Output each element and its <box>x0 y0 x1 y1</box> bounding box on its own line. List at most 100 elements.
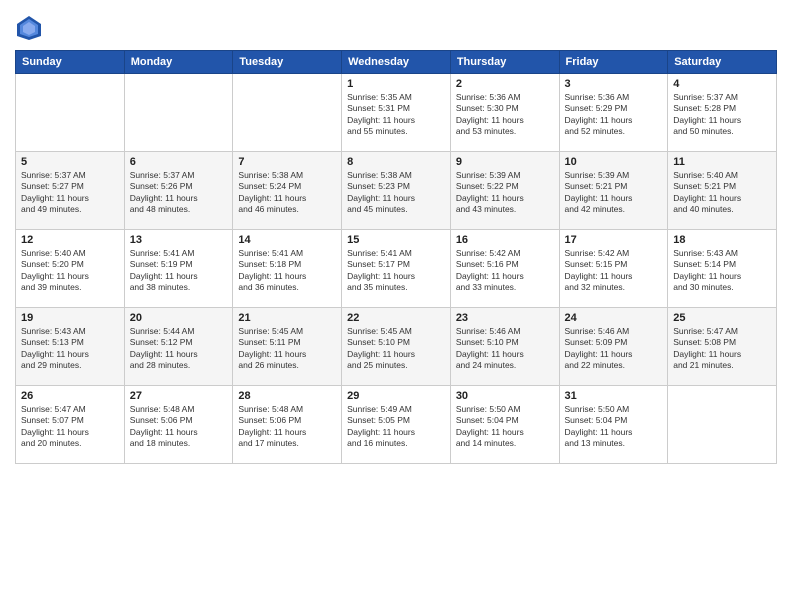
weekday-header-friday: Friday <box>559 51 668 74</box>
calendar-cell: 15Sunrise: 5:41 AM Sunset: 5:17 PM Dayli… <box>342 230 451 308</box>
weekday-header-row: SundayMondayTuesdayWednesdayThursdayFrid… <box>16 51 777 74</box>
day-number: 31 <box>565 390 663 402</box>
calendar-cell: 18 Sunrise: 5:43 AM Sunset: 5:14 PM Dayli… <box>668 230 777 308</box>
day-info: Sunrise: 5:45 AM Sunset: 5:10 PM Dayligh… <box>347 326 445 372</box>
day-info: Sunrise: 5:35 AM Sunset: 5:31 PM Dayligh… <box>347 92 445 138</box>
day-info: Sunrise: 5:43 AM Sunset: 5:14 PM Dayligh… <box>673 248 771 294</box>
calendar-cell: 28Sunrise: 5:48 AM Sunset: 5:06 PM Dayli… <box>233 386 342 464</box>
day-number: 27 <box>130 390 228 402</box>
day-info: Sunrise: 5:39 AM Sunset: 5:22 PM Dayligh… <box>456 170 554 216</box>
calendar-cell: 8 Sunrise: 5:38 AM Sunset: 5:23 PM Daylig… <box>342 152 451 230</box>
day-info: Sunrise: 5:44 AM Sunset: 5:12 PM Dayligh… <box>130 326 228 372</box>
day-number: 21 <box>238 312 336 324</box>
day-info: Sunrise: 5:50 AM Sunset: 5:04 PM Dayligh… <box>565 404 663 450</box>
calendar-cell: 4 Sunrise: 5:37 AM Sunset: 5:28 PM Daylig… <box>668 74 777 152</box>
day-info: Sunrise: 5:42 AM Sunset: 5:16 PM Dayligh… <box>456 248 554 294</box>
calendar-cell: 11Sunrise: 5:40 AM Sunset: 5:21 PM Dayli… <box>668 152 777 230</box>
calendar-cell: 20Sunrise: 5:44 AM Sunset: 5:12 PM Dayli… <box>124 308 233 386</box>
day-number: 30 <box>456 390 554 402</box>
day-number: 15 <box>347 234 445 246</box>
day-info: Sunrise: 5:40 AM Sunset: 5:20 PM Dayligh… <box>21 248 119 294</box>
calendar-cell <box>16 74 125 152</box>
calendar-cell: 3 Sunrise: 5:36 AM Sunset: 5:29 PM Daylig… <box>559 74 668 152</box>
day-info: Sunrise: 5:47 AM Sunset: 5:07 PM Dayligh… <box>21 404 119 450</box>
day-info: Sunrise: 5:45 AM Sunset: 5:11 PM Dayligh… <box>238 326 336 372</box>
day-info: Sunrise: 5:43 AM Sunset: 5:13 PM Dayligh… <box>21 326 119 372</box>
calendar-cell: 10Sunrise: 5:39 AM Sunset: 5:21 PM Dayli… <box>559 152 668 230</box>
day-number: 3 <box>565 78 663 90</box>
day-number: 5 <box>21 156 119 168</box>
day-info: Sunrise: 5:47 AM Sunset: 5:08 PM Dayligh… <box>673 326 771 372</box>
day-info: Sunrise: 5:37 AM Sunset: 5:28 PM Dayligh… <box>673 92 771 138</box>
calendar-cell: 14 Sunrise: 5:41 AM Sunset: 5:18 PM Dayli… <box>233 230 342 308</box>
day-number: 16 <box>456 234 554 246</box>
day-info: Sunrise: 5:46 AM Sunset: 5:10 PM Dayligh… <box>456 326 554 372</box>
day-number: 13 <box>130 234 228 246</box>
day-info: Sunrise: 5:50 AM Sunset: 5:04 PM Dayligh… <box>456 404 554 450</box>
calendar-week-1: 1 Sunrise: 5:35 AM Sunset: 5:31 PM Daylig… <box>16 74 777 152</box>
day-number: 4 <box>673 78 771 90</box>
calendar-cell: 5 Sunrise: 5:37 AM Sunset: 5:27 PM Daylig… <box>16 152 125 230</box>
day-number: 23 <box>456 312 554 324</box>
calendar-cell: 12Sunrise: 5:40 AM Sunset: 5:20 PM Dayli… <box>16 230 125 308</box>
day-number: 26 <box>21 390 119 402</box>
calendar-cell: 27 Sunrise: 5:48 AM Sunset: 5:06 PM Dayli… <box>124 386 233 464</box>
day-number: 7 <box>238 156 336 168</box>
day-number: 22 <box>347 312 445 324</box>
calendar-cell: 6 Sunrise: 5:37 AM Sunset: 5:26 PM Daylig… <box>124 152 233 230</box>
day-number: 29 <box>347 390 445 402</box>
calendar-cell: 22 Sunrise: 5:45 AM Sunset: 5:10 PM Dayli… <box>342 308 451 386</box>
day-info: Sunrise: 5:37 AM Sunset: 5:27 PM Dayligh… <box>21 170 119 216</box>
calendar-cell <box>668 386 777 464</box>
day-info: Sunrise: 5:41 AM Sunset: 5:18 PM Dayligh… <box>238 248 336 294</box>
day-info: Sunrise: 5:36 AM Sunset: 5:29 PM Dayligh… <box>565 92 663 138</box>
day-info: Sunrise: 5:41 AM Sunset: 5:19 PM Dayligh… <box>130 248 228 294</box>
calendar-cell: 17Sunrise: 5:42 AM Sunset: 5:15 PM Dayli… <box>559 230 668 308</box>
day-info: Sunrise: 5:38 AM Sunset: 5:23 PM Dayligh… <box>347 170 445 216</box>
calendar-cell <box>124 74 233 152</box>
day-number: 1 <box>347 78 445 90</box>
weekday-header-saturday: Saturday <box>668 51 777 74</box>
calendar-cell <box>233 74 342 152</box>
weekday-header-wednesday: Wednesday <box>342 51 451 74</box>
day-info: Sunrise: 5:48 AM Sunset: 5:06 PM Dayligh… <box>238 404 336 450</box>
day-info: Sunrise: 5:46 AM Sunset: 5:09 PM Dayligh… <box>565 326 663 372</box>
calendar-cell: 19 Sunrise: 5:43 AM Sunset: 5:13 PM Dayli… <box>16 308 125 386</box>
page-container: SundayMondayTuesdayWednesdayThursdayFrid… <box>0 0 792 612</box>
calendar-cell: 31 Sunrise: 5:50 AM Sunset: 5:04 PM Dayli… <box>559 386 668 464</box>
calendar-cell: 29Sunrise: 5:49 AM Sunset: 5:05 PM Dayli… <box>342 386 451 464</box>
weekday-header-sunday: Sunday <box>16 51 125 74</box>
calendar-week-5: 26 Sunrise: 5:47 AM Sunset: 5:07 PM Dayli… <box>16 386 777 464</box>
day-number: 25 <box>673 312 771 324</box>
calendar-week-2: 5 Sunrise: 5:37 AM Sunset: 5:27 PM Daylig… <box>16 152 777 230</box>
day-number: 14 <box>238 234 336 246</box>
calendar-cell: 16 Sunrise: 5:42 AM Sunset: 5:16 PM Dayli… <box>450 230 559 308</box>
day-info: Sunrise: 5:38 AM Sunset: 5:24 PM Dayligh… <box>238 170 336 216</box>
day-info: Sunrise: 5:37 AM Sunset: 5:26 PM Dayligh… <box>130 170 228 216</box>
day-number: 18 <box>673 234 771 246</box>
calendar-cell: 13 Sunrise: 5:41 AM Sunset: 5:19 PM Dayli… <box>124 230 233 308</box>
calendar-cell: 1 Sunrise: 5:35 AM Sunset: 5:31 PM Daylig… <box>342 74 451 152</box>
calendar-cell: 7 Sunrise: 5:38 AM Sunset: 5:24 PM Daylig… <box>233 152 342 230</box>
day-info: Sunrise: 5:48 AM Sunset: 5:06 PM Dayligh… <box>130 404 228 450</box>
day-info: Sunrise: 5:42 AM Sunset: 5:15 PM Dayligh… <box>565 248 663 294</box>
calendar: SundayMondayTuesdayWednesdayThursdayFrid… <box>15 50 777 464</box>
day-info: Sunrise: 5:36 AM Sunset: 5:30 PM Dayligh… <box>456 92 554 138</box>
day-number: 9 <box>456 156 554 168</box>
day-number: 6 <box>130 156 228 168</box>
calendar-cell: 9 Sunrise: 5:39 AM Sunset: 5:22 PM Daylig… <box>450 152 559 230</box>
day-number: 10 <box>565 156 663 168</box>
day-number: 2 <box>456 78 554 90</box>
logo-icon <box>15 14 43 42</box>
day-number: 19 <box>21 312 119 324</box>
calendar-cell: 30 Sunrise: 5:50 AM Sunset: 5:04 PM Dayli… <box>450 386 559 464</box>
calendar-week-4: 19 Sunrise: 5:43 AM Sunset: 5:13 PM Dayli… <box>16 308 777 386</box>
calendar-cell: 21 Sunrise: 5:45 AM Sunset: 5:11 PM Dayli… <box>233 308 342 386</box>
day-number: 24 <box>565 312 663 324</box>
day-number: 11 <box>673 156 771 168</box>
calendar-cell: 24 Sunrise: 5:46 AM Sunset: 5:09 PM Dayli… <box>559 308 668 386</box>
day-number: 8 <box>347 156 445 168</box>
logo <box>15 14 47 42</box>
calendar-cell: 23 Sunrise: 5:46 AM Sunset: 5:10 PM Dayli… <box>450 308 559 386</box>
weekday-header-monday: Monday <box>124 51 233 74</box>
